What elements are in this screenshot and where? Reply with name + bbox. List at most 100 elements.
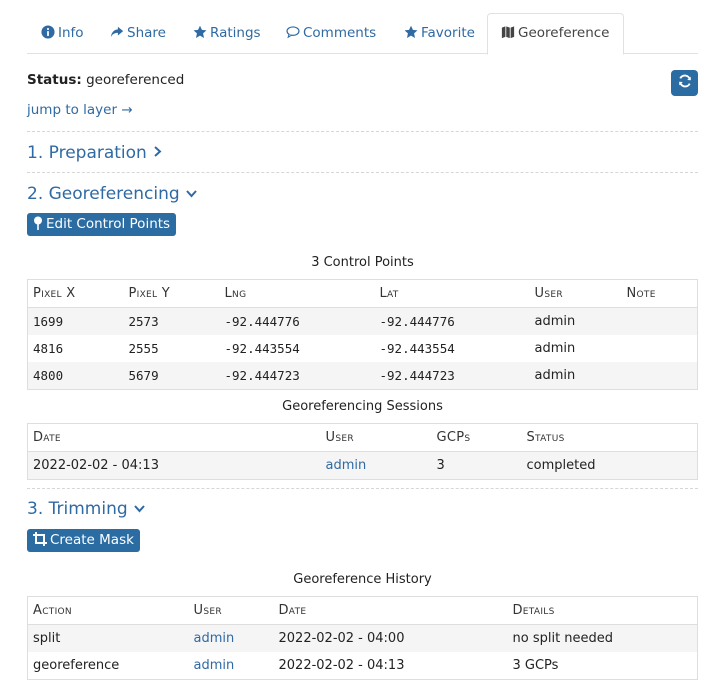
- column-header[interactable]: User: [188, 596, 274, 625]
- table-cell: 3 GCPs: [507, 652, 698, 680]
- table-cell: [621, 307, 698, 335]
- table-cell: admin: [529, 362, 622, 390]
- table-cell: admin: [529, 335, 622, 362]
- table-cell: admin: [188, 624, 274, 652]
- status-line: Status: georeferenced: [27, 72, 184, 88]
- jump-to-layer-link[interactable]: jump to layer →: [27, 102, 133, 118]
- tab-share[interactable]: Share: [110, 14, 166, 53]
- table-cell: -92.444723: [219, 362, 375, 390]
- table-cell: no split needed: [507, 624, 698, 652]
- tab-comments-label: Comments: [303, 25, 377, 41]
- user-link[interactable]: admin: [194, 631, 235, 646]
- refresh-button[interactable]: [671, 70, 698, 96]
- crop-icon: [33, 532, 47, 546]
- create-mask-label: Create Mask: [50, 532, 134, 548]
- column-header[interactable]: Status: [521, 423, 698, 452]
- table-row: split admin 2022-02-02 - 04:00 no split …: [27, 624, 698, 652]
- table-cell: 4800: [27, 362, 124, 390]
- tab-ratings[interactable]: Ratings: [193, 14, 261, 53]
- map-icon: [501, 25, 515, 39]
- history-table: Action User Date Details split admin 202…: [27, 596, 698, 680]
- table-row: 4800 5679 -92.444723 -92.444723 admin: [27, 362, 698, 390]
- section-preparation-title: 1. Preparation: [27, 143, 147, 163]
- chevron-down-icon: [133, 498, 145, 518]
- table-row: georeference admin 2022-02-02 - 04:13 3 …: [27, 652, 698, 680]
- column-header[interactable]: GCPs: [431, 423, 522, 452]
- info-circle-icon: [41, 25, 55, 39]
- user-link[interactable]: admin: [326, 458, 367, 473]
- user-link[interactable]: admin: [194, 658, 235, 673]
- status-value: georeferenced: [86, 72, 185, 88]
- table-cell: 2022-02-02 - 04:13: [27, 451, 321, 480]
- table-cell: -92.444776: [219, 307, 375, 335]
- table-header-row: Date User GCPs Status: [27, 423, 698, 452]
- column-header[interactable]: Action: [27, 596, 189, 625]
- table-cell: 1699: [27, 307, 124, 335]
- tab-georeference[interactable]: Georeference: [487, 13, 624, 55]
- table-cell: completed: [521, 451, 698, 480]
- edit-control-points-button[interactable]: Edit Control Points: [27, 213, 177, 236]
- column-header[interactable]: Details: [507, 596, 698, 625]
- table-cell: [621, 362, 698, 390]
- column-header[interactable]: Date: [273, 596, 508, 625]
- share-icon: [110, 25, 124, 39]
- tab-info-label: Info: [58, 25, 84, 41]
- table-cell: 5679: [123, 362, 220, 390]
- tab-favorite-label: Favorite: [421, 25, 475, 41]
- table-cell: 3: [431, 451, 522, 480]
- tab-favorite[interactable]: Favorite: [404, 14, 475, 53]
- table-cell: -92.444723: [374, 362, 530, 390]
- column-header[interactable]: User: [320, 423, 432, 452]
- tab-share-label: Share: [127, 25, 166, 41]
- tab-info[interactable]: Info: [41, 14, 84, 53]
- table-row: 4816 2555 -92.443554 -92.443554 admin: [27, 335, 698, 362]
- control-points-caption: 3 Control Points: [311, 255, 414, 270]
- divider: [27, 131, 698, 132]
- page-content: Info Share Ratings Comments Favorite Geo: [27, 0, 698, 680]
- sessions-caption: Georeferencing Sessions: [282, 399, 443, 414]
- column-header[interactable]: Lat: [374, 279, 530, 308]
- divider: [27, 172, 698, 173]
- table-cell: georeference: [27, 652, 189, 680]
- refresh-icon: [678, 74, 692, 92]
- table-cell: admin: [188, 652, 274, 680]
- section-georeferencing-header[interactable]: 2. Georeferencing: [27, 183, 197, 204]
- sessions-table: Date User GCPs Status 2022-02-02 - 04:13…: [27, 423, 698, 480]
- tab-ratings-label: Ratings: [210, 25, 261, 41]
- column-header[interactable]: Date: [27, 423, 321, 452]
- divider: [27, 488, 698, 489]
- table-row: 2022-02-02 - 04:13 admin 3 completed: [27, 451, 698, 480]
- table-cell: 2573: [123, 307, 220, 335]
- section-trimming-header[interactable]: 3. Trimming: [27, 498, 145, 519]
- georeference-panel: Info Share Ratings Comments Favorite Geo: [0, 0, 723, 698]
- table-cell: -92.444776: [374, 307, 530, 335]
- table-header-row: Action User Date Details: [27, 596, 698, 625]
- table-cell: admin: [529, 307, 622, 335]
- control-points-table: Pixel X Pixel Y Lng Lat User Note 1699 2…: [27, 279, 698, 390]
- table-cell: -92.443554: [374, 335, 530, 362]
- pin-icon: [34, 216, 42, 230]
- table-cell: 2022-02-02 - 04:13: [273, 652, 508, 680]
- edit-control-points-label: Edit Control Points: [46, 216, 171, 232]
- history-caption: Georeference History: [293, 572, 432, 587]
- column-header[interactable]: User: [529, 279, 622, 308]
- column-header[interactable]: Lng: [219, 279, 375, 308]
- section-preparation-header[interactable]: 1. Preparation: [27, 142, 162, 163]
- tab-comments[interactable]: Comments: [286, 14, 376, 53]
- section-trimming-title: 3. Trimming: [27, 499, 128, 519]
- table-cell: -92.443554: [219, 335, 375, 362]
- tab-bar: Info Share Ratings Comments Favorite Geo: [27, 0, 698, 55]
- table-cell: 2555: [123, 335, 220, 362]
- create-mask-button[interactable]: Create Mask: [27, 529, 140, 552]
- table-cell: split: [27, 624, 189, 652]
- table-cell: admin: [320, 451, 432, 480]
- table-row: 1699 2573 -92.444776 -92.444776 admin: [27, 307, 698, 335]
- column-header[interactable]: Pixel Y: [123, 279, 220, 308]
- table-header-row: Pixel X Pixel Y Lng Lat User Note: [27, 279, 698, 308]
- table-cell: [621, 335, 698, 362]
- column-header[interactable]: Pixel X: [27, 279, 124, 308]
- section-georeferencing-title: 2. Georeferencing: [27, 184, 180, 204]
- column-header[interactable]: Note: [621, 279, 698, 308]
- star-icon: [404, 25, 418, 39]
- tab-georeference-label: Georeference: [518, 25, 610, 41]
